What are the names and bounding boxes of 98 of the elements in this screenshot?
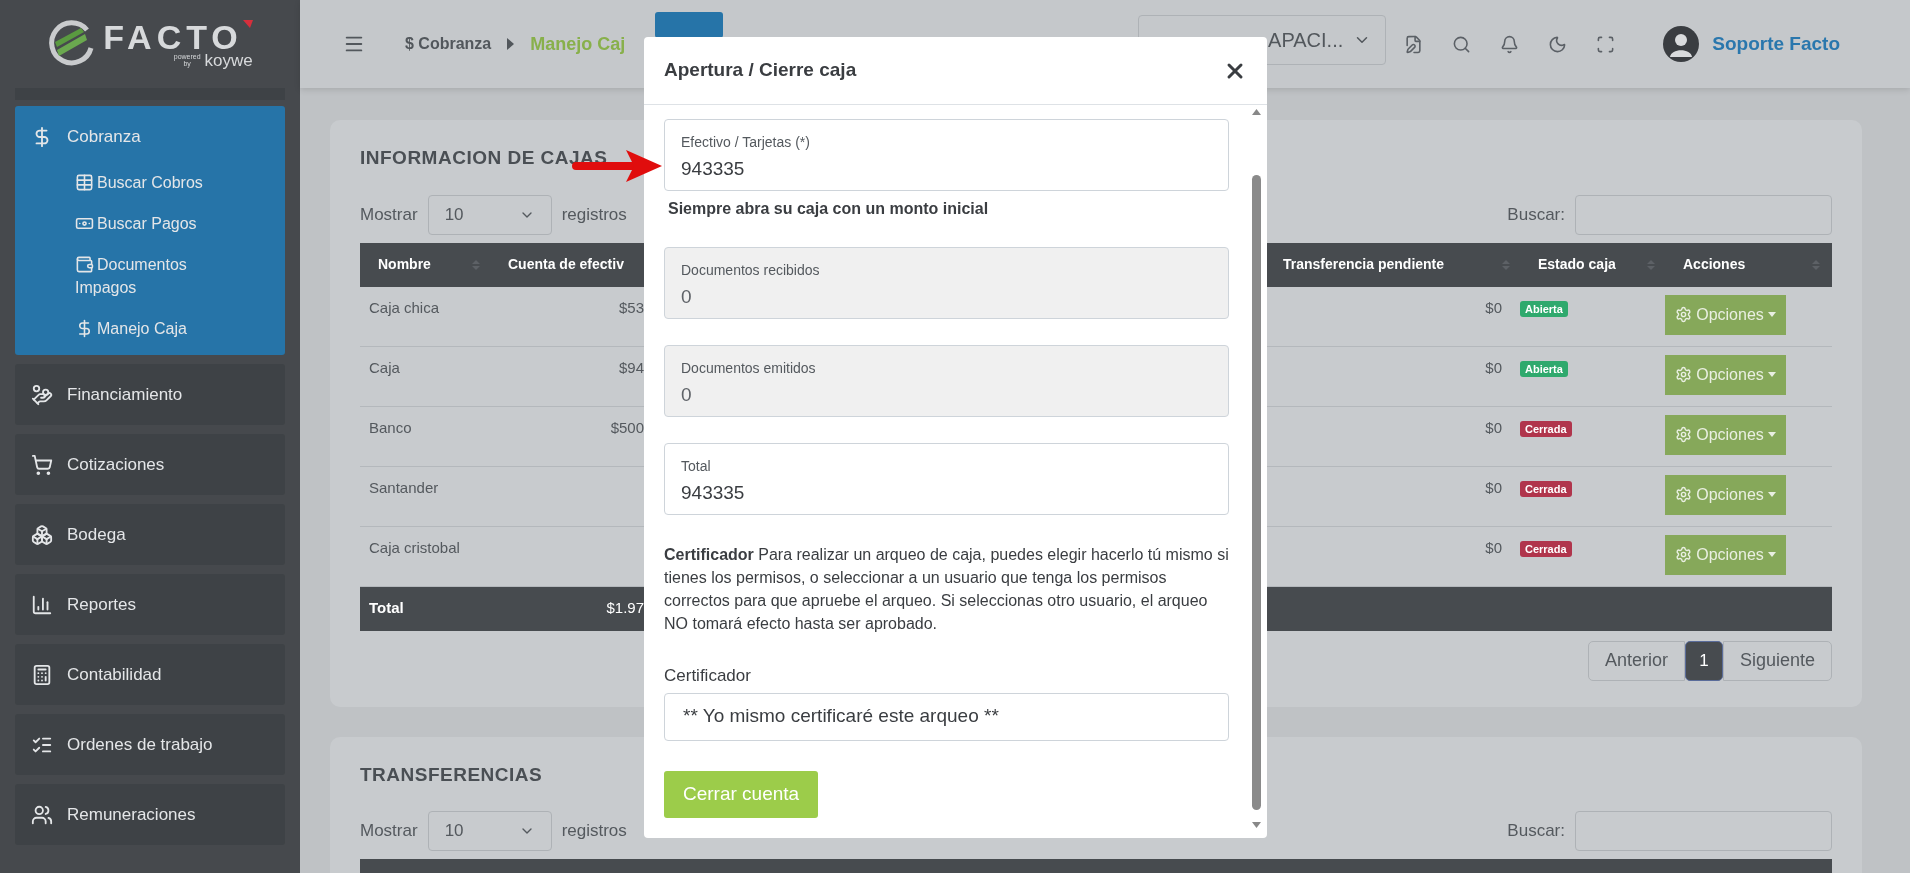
status-badge: Abierta [1520, 300, 1568, 317]
table-cell: $0 [1485, 478, 1502, 496]
field-label: Documentos recibidos [681, 261, 820, 280]
field-value[interactable]: 943335 [681, 479, 1212, 508]
column-header[interactable]: Acciones [1683, 254, 1746, 275]
table-cell: Banco [369, 418, 412, 436]
sidebar-item[interactable]: Reportes [15, 574, 285, 635]
gear-icon [1675, 366, 1693, 383]
table-cell: $0 [1485, 538, 1502, 556]
status-badge: Cerrada [1520, 420, 1572, 437]
logo-wordmark: FACTO [103, 19, 243, 54]
cart-icon [31, 453, 53, 476]
caret-icon [1767, 372, 1776, 377]
status-badge: Abierta [1520, 360, 1568, 377]
caret-icon [507, 38, 515, 50]
modal-title: Apertura / Cierre caja [664, 58, 857, 83]
triangle-icon [242, 19, 253, 28]
column-header[interactable]: Nombre [378, 254, 431, 275]
page-size-select[interactable]: 10 [427, 194, 552, 235]
sidebar-item[interactable]: Remuneraciones [15, 784, 285, 845]
table-cell: $500 [610, 418, 644, 436]
page-button[interactable]: 1 [1684, 640, 1723, 681]
wallet-icon [75, 254, 94, 274]
field-label: Efectivo / Tarjetas (*) [681, 133, 810, 152]
gear-icon [1675, 486, 1693, 503]
sidebar-item[interactable]: Cotizaciones [15, 434, 285, 495]
caret-icon [1767, 552, 1776, 557]
gear-icon [1675, 546, 1693, 563]
certifier-select[interactable]: ** Yo mismo certificaré este arqueo ** [664, 692, 1229, 741]
table-cell: $0 [1485, 358, 1502, 376]
scroll-up-icon[interactable] [1252, 109, 1261, 115]
table-cell: Santander [369, 478, 439, 496]
caret-icon [1767, 432, 1776, 437]
column-header[interactable]: Estado caja [1538, 254, 1616, 275]
show-label: Mostrar [360, 203, 418, 226]
sidebar-subitem[interactable]: Buscar Pagos [75, 212, 245, 235]
search-field[interactable] [1575, 811, 1832, 851]
sidebar-item[interactable]: Ordenes de trabajo [15, 714, 285, 775]
fullscreen-icon[interactable] [1596, 34, 1616, 54]
table-cell: Caja [369, 358, 400, 376]
caret-icon [1767, 312, 1776, 317]
table-cell: $94 [618, 358, 644, 376]
search-field[interactable] [1575, 194, 1832, 235]
logo-icon [47, 20, 96, 68]
boxes-icon [31, 523, 53, 546]
bar-chart-icon [31, 593, 53, 616]
table-cell: $53 [618, 298, 644, 316]
table-cell: $0 [1485, 298, 1502, 316]
column-header[interactable]: Transferencia pendiente [1283, 254, 1445, 275]
users-icon [31, 803, 53, 826]
logo-brand: koywe [204, 51, 253, 69]
hint-text: Siempre abra su caja con un monto inicial [668, 200, 989, 217]
input-field[interactable]: Efectivo / Tarjetas (*) 943335 [664, 119, 1229, 191]
field-label: Total [681, 457, 711, 476]
sidebar-subitem[interactable]: Documentos Impagos [75, 253, 245, 299]
moon-icon[interactable] [1548, 34, 1568, 54]
certifier-note: Certificador Para realizar un arqueo de caja, puedes elegir hacerlo tú mismo si tienes los permisos, o seleccionar a un usuario que tenga los permisos correctos para que apruebe el arqueo. Si seleccionas otro usuario, el arqueo NO tomará efecto hasta ser aprobado. [664, 545, 1229, 634]
field-value[interactable]: 943335 [681, 155, 1212, 184]
scrollbar[interactable] [1251, 109, 1262, 828]
breadcrumb-item[interactable]: $ Cobranza [405, 32, 492, 56]
calculator-icon [31, 663, 53, 686]
header-button[interactable] [655, 12, 724, 38]
sidebar-item[interactable]: Contabilidad [15, 644, 285, 705]
sidebar-item[interactable]: Bodega [15, 504, 285, 565]
show-suffix: registros [561, 203, 627, 226]
show-label: Mostrar [360, 820, 418, 843]
search-label: Buscar: [1507, 820, 1565, 843]
bell-icon[interactable] [1500, 34, 1520, 54]
status-badge: Cerrada [1520, 480, 1572, 497]
sidebar-subitem[interactable]: Manejo Caja [75, 317, 245, 340]
gear-icon [1675, 306, 1693, 323]
sidebar-item[interactable]: Financiamiento [15, 364, 285, 425]
search-icon[interactable] [1452, 34, 1472, 54]
certifier-label: Certificador [664, 665, 751, 687]
sidebar-subitem[interactable]: Buscar Cobros [75, 171, 245, 194]
table-cell: Caja cristobal [369, 538, 460, 556]
previous-button[interactable]: Anterior [1587, 640, 1685, 681]
scroll-down-icon[interactable] [1252, 822, 1261, 828]
table-cell: Caja chica [369, 298, 440, 316]
gear-icon [1675, 426, 1693, 443]
column-header[interactable]: Cuenta de efectiv [508, 254, 624, 275]
page-size-select[interactable]: 10 [427, 811, 552, 851]
status-badge: Cerrada [1520, 540, 1572, 557]
caret-icon [1767, 492, 1776, 497]
hand-coins-icon [31, 383, 53, 406]
sidebar-item[interactable]: Cobranza Buscar Cobros Buscar Pagos Documentos Impagos Manejo Caja [15, 106, 285, 355]
field-label: Documentos emitidos [681, 359, 816, 378]
show-suffix: registros [561, 820, 627, 843]
total-label: Total [369, 599, 404, 617]
document-pen-icon[interactable] [1404, 34, 1424, 54]
search-label: Buscar: [1507, 203, 1565, 226]
table-icon [75, 172, 94, 192]
total-value: $1.97 [606, 599, 644, 617]
input-field[interactable]: Total 943335 [664, 443, 1229, 515]
table-cell: $0 [1485, 418, 1502, 436]
avatar-icon[interactable] [1663, 26, 1700, 62]
next-button[interactable]: Siguiente [1722, 640, 1832, 681]
section-title: TRANSFERENCIAS [360, 762, 543, 787]
